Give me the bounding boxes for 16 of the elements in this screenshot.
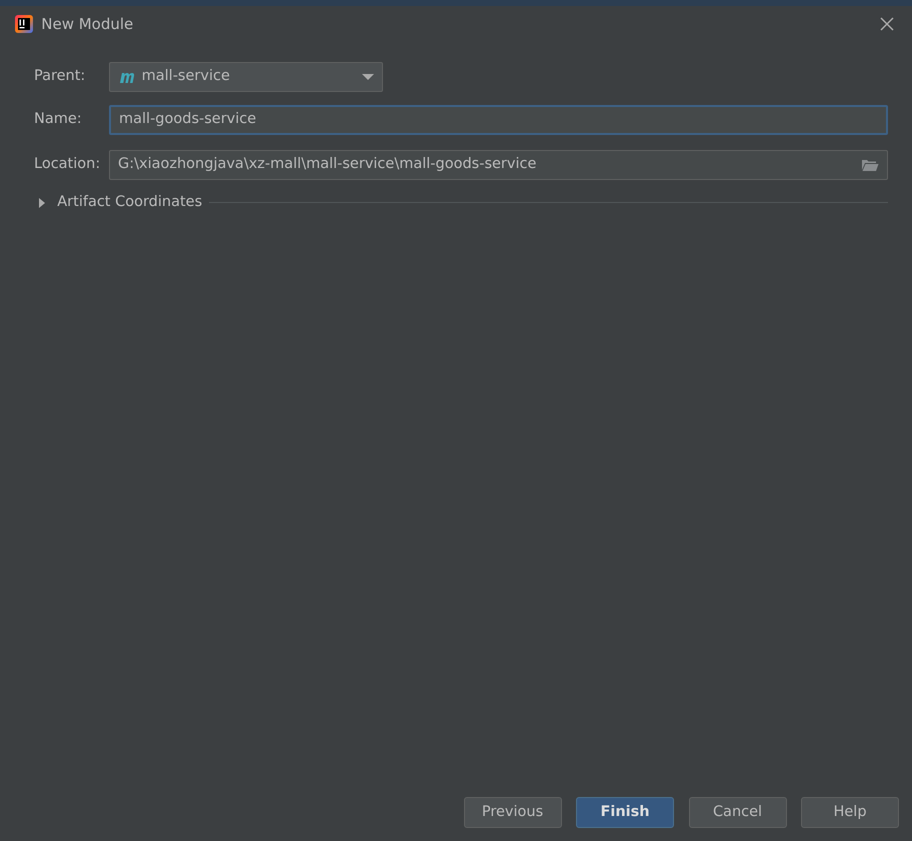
field-label: Location:	[34, 155, 102, 174]
dialog-button[interactable]: Finish	[576, 797, 674, 828]
dialog-button[interactable]: Cancel	[688, 797, 786, 828]
name-field[interactable]: mall-goods-service	[109, 105, 888, 135]
location-field[interactable]: G:\xiaozhongjava\xz-mall\mall-service\mall-goods-service	[109, 150, 888, 180]
folder-icon	[861, 158, 879, 172]
section-toggle[interactable]: Artifact Coordinates	[57, 192, 202, 214]
app-logo-icon	[14, 14, 34, 34]
parent-dropdown[interactable]: mall-service	[109, 62, 383, 92]
close-icon	[880, 16, 894, 31]
field-label: Parent:	[34, 67, 86, 86]
caret-icon	[362, 73, 374, 81]
field-label: Name:	[34, 110, 83, 130]
dialog-button[interactable]: Previous	[464, 797, 562, 828]
dialog-button[interactable]: Help	[801, 797, 899, 828]
window-title: New Module	[41, 14, 134, 35]
